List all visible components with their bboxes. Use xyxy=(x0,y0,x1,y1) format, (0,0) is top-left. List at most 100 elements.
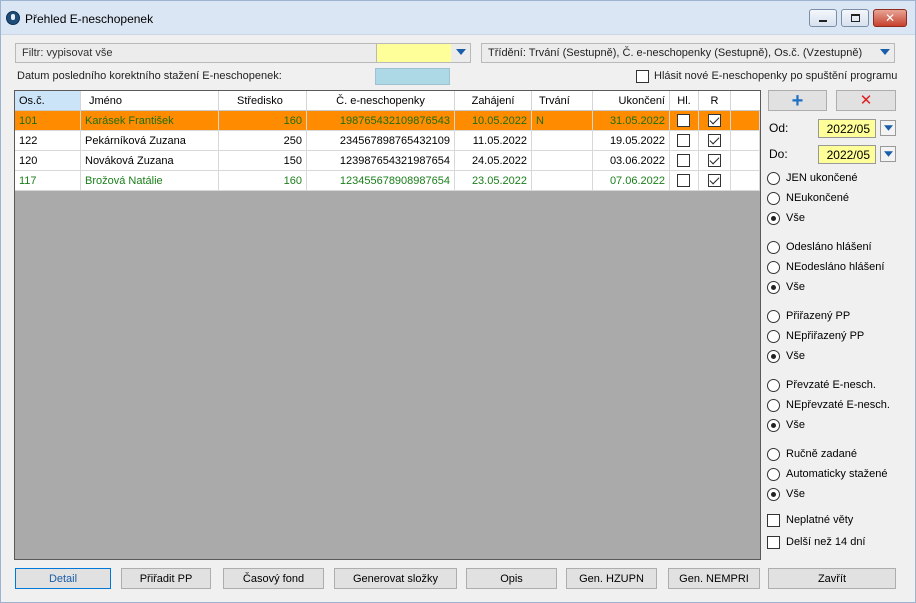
time-fund-button[interactable]: Časový fond xyxy=(223,568,324,589)
option-label: Převzaté E-nesch. xyxy=(786,379,876,391)
r-checkbox[interactable] xyxy=(707,134,721,147)
r-checkbox[interactable] xyxy=(707,174,721,187)
title-bar: Přehled E-neschopenek ✕ xyxy=(1,1,915,35)
radio-vse-1[interactable] xyxy=(767,212,780,225)
cell-stredisko: 250 xyxy=(219,131,307,151)
option-label: Odesláno hlášení xyxy=(786,241,872,253)
r-checkbox[interactable] xyxy=(707,154,721,167)
cell-filler xyxy=(731,171,760,191)
radio-vse-3[interactable] xyxy=(767,350,780,363)
delsi-label: Delší než 14 dní xyxy=(786,536,866,548)
maximize-button[interactable] xyxy=(841,9,869,27)
do-date-field[interactable]: 2022/05 xyxy=(818,145,876,164)
radio-prevzate[interactable] xyxy=(767,379,780,392)
dropdown-arrow-icon xyxy=(883,151,893,157)
option-label: Vše xyxy=(786,212,805,224)
radio-neodeslano[interactable] xyxy=(767,261,780,274)
r-checkbox[interactable] xyxy=(707,114,721,127)
cell-r xyxy=(699,171,731,191)
col-header-os[interactable]: Os.č. xyxy=(15,91,81,111)
cell-zahajeni: 10.05.2022 xyxy=(455,111,532,131)
table-row[interactable]: 117 Brožová Natálie 160 1234556789089876… xyxy=(15,171,760,191)
minimize-icon xyxy=(819,20,827,22)
notify-checkbox[interactable] xyxy=(636,70,649,83)
option-label: NEodesláno hlášení xyxy=(786,261,885,273)
delsi-checkbox[interactable] xyxy=(767,536,780,549)
cell-stredisko: 160 xyxy=(219,111,307,131)
sort-dropdown[interactable]: Třídění: Trvání (Sestupně), Č. e-neschop… xyxy=(481,43,895,63)
copy-button[interactable]: Opis xyxy=(466,568,557,589)
table-row[interactable]: 122 Pekárníková Zuzana 250 2345678987654… xyxy=(15,131,760,151)
col-header-zahajeni[interactable]: Zahájení xyxy=(455,91,532,111)
table-row[interactable]: 120 Nováková Zuzana 150 1239876543219876… xyxy=(15,151,760,171)
col-header-stredisko[interactable]: Středisko xyxy=(219,91,307,111)
cell-ukonceni: 19.05.2022 xyxy=(593,131,670,151)
cell-stredisko: 150 xyxy=(219,151,307,171)
cell-jmeno: Nováková Zuzana xyxy=(81,151,219,171)
radio-rucne[interactable] xyxy=(767,448,780,461)
delete-button[interactable]: ✕ xyxy=(836,90,896,111)
od-date-field[interactable]: 2022/05 xyxy=(818,119,876,138)
hl-checkbox[interactable] xyxy=(677,174,690,187)
sort-label: Třídění: Trvání (Sestupně), Č. e-neschop… xyxy=(488,47,863,59)
cell-os: 101 xyxy=(15,111,81,131)
od-dropdown-button[interactable] xyxy=(880,120,896,136)
option-label: Vše xyxy=(786,488,805,500)
gen-hzupn-button[interactable]: Gen. HZUPN xyxy=(566,568,657,589)
dropdown-arrow-icon[interactable] xyxy=(880,49,890,55)
sick-notes-grid[interactable]: Os.č. Jméno Středisko Č. e-neschopenky Z… xyxy=(14,90,761,560)
detail-button[interactable]: Detail xyxy=(15,568,111,589)
col-header-jmeno[interactable]: Jméno xyxy=(81,91,219,111)
option-label: NEpřiřazený PP xyxy=(786,330,865,342)
radio-neprirazeny[interactable] xyxy=(767,330,780,343)
window-title: Přehled E-neschopenek xyxy=(25,12,154,26)
radio-vse-4[interactable] xyxy=(767,419,780,432)
add-button[interactable]: + xyxy=(768,90,827,111)
filter-label: Filtr: vypisovat vše xyxy=(22,47,113,59)
assign-pp-button[interactable]: Přiřadit PP xyxy=(121,568,211,589)
do-label: Do: xyxy=(769,147,788,161)
do-dropdown-button[interactable] xyxy=(880,146,896,162)
cell-os: 122 xyxy=(15,131,81,151)
filter-dropdown[interactable]: Filtr: vypisovat vše xyxy=(15,43,471,63)
close-button[interactable]: ✕ xyxy=(873,9,907,27)
cell-trvani xyxy=(532,171,593,191)
option-label: Vše xyxy=(786,350,805,362)
dropdown-arrow-icon[interactable] xyxy=(456,49,466,55)
generate-folders-button[interactable]: Generovat složky xyxy=(334,568,457,589)
close-icon: ✕ xyxy=(884,11,896,25)
col-header-hl[interactable]: Hl. xyxy=(670,91,699,111)
col-header-trvani[interactable]: Trvání xyxy=(532,91,593,111)
hl-checkbox[interactable] xyxy=(677,134,690,147)
main-window: Přehled E-neschopenek ✕ Filtr: vypisovat… xyxy=(0,0,916,603)
radio-vse-5[interactable] xyxy=(767,488,780,501)
cell-os: 120 xyxy=(15,151,81,171)
col-header-ukonceni[interactable]: Ukončení xyxy=(593,91,670,111)
od-label: Od: xyxy=(769,121,789,135)
cell-hl xyxy=(670,131,699,151)
cell-hl xyxy=(670,111,699,131)
col-header-cislo[interactable]: Č. e-neschopenky xyxy=(307,91,455,111)
close-dialog-button[interactable]: Zavřít xyxy=(768,568,896,589)
radio-vse-2[interactable] xyxy=(767,281,780,294)
neplatne-checkbox[interactable] xyxy=(767,514,780,527)
radio-neukoncene[interactable] xyxy=(767,192,780,205)
option-label: Automaticky stažené xyxy=(786,468,888,480)
minimize-button[interactable] xyxy=(809,9,837,27)
radio-odeslano[interactable] xyxy=(767,241,780,254)
table-row[interactable]: 101 Karásek František 160 19876543210987… xyxy=(15,111,760,131)
cell-r xyxy=(699,111,731,131)
cell-r xyxy=(699,131,731,151)
gen-nempri-button[interactable]: Gen. NEMPRI xyxy=(668,568,760,589)
hl-checkbox[interactable] xyxy=(677,114,690,127)
radio-automaticky[interactable] xyxy=(767,468,780,481)
app-icon xyxy=(6,11,20,25)
filter-value-field[interactable] xyxy=(376,44,451,62)
col-header-r[interactable]: R xyxy=(699,91,731,111)
cell-cislo: 123455678908987654 xyxy=(307,171,455,191)
radio-prirazeny[interactable] xyxy=(767,310,780,323)
cell-stredisko: 160 xyxy=(219,171,307,191)
hl-checkbox[interactable] xyxy=(677,154,690,167)
radio-neprevzate[interactable] xyxy=(767,399,780,412)
radio-jen-ukoncene[interactable] xyxy=(767,172,780,185)
